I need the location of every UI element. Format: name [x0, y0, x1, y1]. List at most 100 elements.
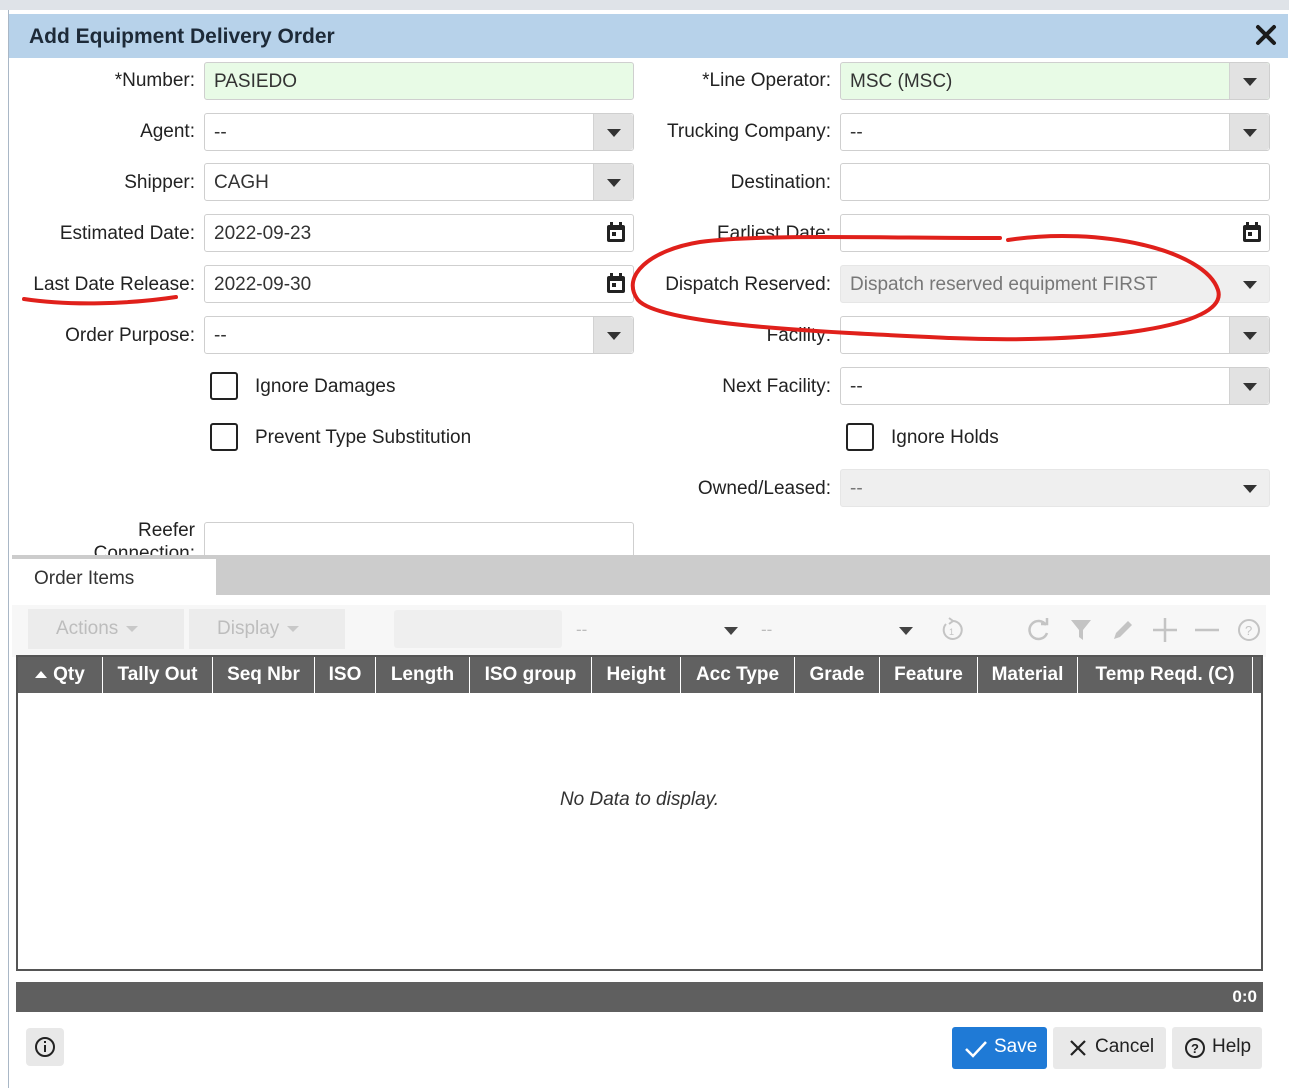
trucking-company-dropdown-button[interactable] — [1229, 114, 1269, 150]
tab-bar: Order Items — [12, 555, 1270, 595]
column-header-temp-reqd[interactable]: Temp Reqd. (C) — [1078, 657, 1253, 693]
reefer-connection-label-line1: Reefer — [137, 520, 195, 541]
help-circle-icon[interactable]: ? — [1234, 615, 1264, 645]
grid-filter-select-2-value: -- — [761, 620, 773, 639]
grid-search-input[interactable] — [394, 610, 562, 648]
chevron-down-icon — [1243, 281, 1257, 289]
shipper-label: Shipper: — [124, 172, 195, 193]
display-button[interactable]: Display — [189, 609, 345, 649]
chevron-down-icon — [1243, 485, 1257, 493]
next-facility-value: -- — [850, 376, 863, 397]
next-facility-dropdown[interactable]: -- — [840, 367, 1270, 405]
earliest-date-label: Earliest Date: — [716, 223, 831, 244]
chevron-down-icon — [1243, 383, 1257, 391]
column-header-seq-nbr[interactable]: Seq Nbr — [213, 657, 315, 693]
destination-field[interactable] — [840, 163, 1270, 201]
last-date-release-field[interactable]: 2022-09-30 — [204, 265, 634, 303]
grid-empty-message: No Data to display. — [559, 789, 720, 810]
trucking-company-dropdown[interactable]: -- — [840, 113, 1270, 151]
column-header-grade[interactable]: Grade — [795, 657, 880, 693]
grid-toolbar: Actions Display -- -- 1 ? — [12, 605, 1266, 657]
grid-filter-select-2[interactable]: -- — [753, 610, 921, 648]
remove-icon[interactable] — [1192, 615, 1222, 645]
calendar-icon[interactable] — [1235, 215, 1269, 251]
svg-text:?: ? — [1245, 623, 1252, 638]
chevron-down-icon — [126, 625, 139, 632]
save-button[interactable]: Save — [952, 1027, 1047, 1069]
agent-dropdown[interactable]: -- — [204, 113, 634, 151]
grid-record-count: 0:0 — [1232, 987, 1257, 1006]
calendar-icon[interactable] — [599, 266, 633, 302]
prevent-type-substitution-checkbox[interactable] — [210, 423, 238, 451]
ignore-damages-checkbox[interactable] — [210, 372, 238, 400]
column-header-height[interactable]: Height — [592, 657, 681, 693]
undo-icon[interactable]: 1 — [937, 615, 967, 645]
close-icon — [1070, 1040, 1086, 1056]
owned-leased-dropdown[interactable]: -- — [840, 469, 1270, 507]
chevron-down-icon — [724, 627, 738, 635]
estimated-date-value: 2022-09-23 — [214, 223, 312, 244]
dispatch-reserved-dropdown[interactable]: Dispatch reserved equipment FIRST — [840, 265, 1270, 303]
order-purpose-dropdown[interactable]: -- — [204, 316, 634, 354]
column-header-qty[interactable]: Qty — [18, 657, 103, 693]
line-operator-dropdown[interactable]: MSC (MSC) — [840, 62, 1270, 100]
cancel-button[interactable]: Cancel — [1053, 1027, 1166, 1069]
facility-dropdown-button[interactable] — [1229, 317, 1269, 353]
column-header-acc-type[interactable]: Acc Type — [681, 657, 795, 693]
help-circle-icon: ? — [1185, 1038, 1205, 1058]
line-operator-dropdown-button[interactable] — [1229, 63, 1269, 99]
help-button-label: Help — [1212, 1036, 1252, 1057]
grid-filter-select-1-value: -- — [576, 620, 588, 639]
column-header-tally-out[interactable]: Tally Out — [103, 657, 213, 693]
shipper-dropdown[interactable]: CAGH — [204, 163, 634, 201]
save-button-label: Save — [994, 1036, 1038, 1057]
destination-label: Destination: — [730, 172, 831, 193]
owned-leased-dropdown-button[interactable] — [1230, 470, 1269, 506]
ignore-damages-label: Ignore Damages — [255, 376, 396, 397]
calendar-icon[interactable] — [599, 215, 633, 251]
actions-button-label: Actions — [56, 618, 119, 639]
facility-dropdown[interactable] — [840, 316, 1270, 354]
agent-value: -- — [214, 122, 227, 143]
chevron-down-icon — [607, 129, 621, 137]
last-date-release-label: Last Date Release: — [33, 274, 195, 295]
help-button[interactable]: ? Help — [1172, 1027, 1262, 1069]
ignore-holds-checkbox[interactable] — [846, 423, 874, 451]
display-button-label: Display — [217, 618, 280, 639]
tab-order-items[interactable]: Order Items — [12, 559, 216, 595]
add-icon[interactable] — [1150, 615, 1180, 645]
owned-leased-value: -- — [850, 478, 863, 499]
column-header-iso-group[interactable]: ISO group — [470, 657, 592, 693]
owned-leased-label: Owned/Leased: — [697, 478, 831, 499]
number-field[interactable]: PASIEDO — [204, 62, 634, 100]
grid-footer: 0:0 — [16, 982, 1263, 1012]
order-purpose-dropdown-button[interactable] — [593, 317, 633, 353]
column-header-material[interactable]: Material — [978, 657, 1078, 693]
actions-button[interactable]: Actions — [28, 609, 184, 649]
chevron-down-icon — [1243, 332, 1257, 340]
chevron-down-icon — [607, 332, 621, 340]
dispatch-reserved-dropdown-button[interactable] — [1230, 266, 1269, 302]
shipper-dropdown-button[interactable] — [593, 164, 633, 200]
agent-label: Agent: — [140, 121, 195, 142]
facility-label: Facility: — [766, 325, 831, 346]
close-icon[interactable] — [1252, 21, 1280, 49]
estimated-date-field[interactable]: 2022-09-23 — [204, 214, 634, 252]
svg-text:?: ? — [1191, 1041, 1199, 1056]
filter-icon[interactable] — [1066, 615, 1096, 645]
column-header-length[interactable]: Length — [376, 657, 470, 693]
earliest-date-field[interactable] — [840, 214, 1270, 252]
tab-order-items-label: Order Items — [34, 568, 135, 589]
column-header-feature[interactable]: Feature — [880, 657, 978, 693]
next-facility-label: Next Facility: — [722, 376, 831, 397]
chevron-down-icon — [287, 625, 300, 632]
grid-filter-select-1[interactable]: -- — [568, 610, 746, 648]
next-facility-dropdown-button[interactable] — [1229, 368, 1269, 404]
refresh-icon[interactable] — [1024, 615, 1054, 645]
line-operator-label: *Line Operator: — [702, 70, 831, 91]
agent-dropdown-button[interactable] — [593, 114, 633, 150]
column-header-iso[interactable]: ISO — [315, 657, 376, 693]
info-button[interactable] — [26, 1028, 64, 1066]
edit-icon[interactable] — [1108, 615, 1138, 645]
sort-ascending-icon — [35, 671, 48, 679]
